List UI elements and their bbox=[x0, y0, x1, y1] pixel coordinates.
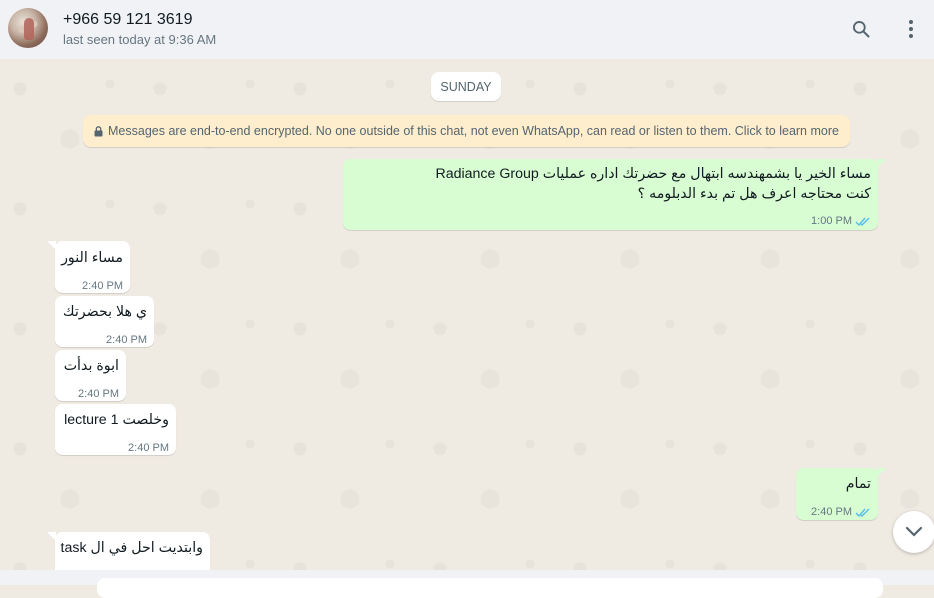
search-button[interactable] bbox=[846, 14, 876, 44]
message-text: تمام bbox=[845, 476, 871, 492]
search-icon bbox=[853, 21, 870, 38]
message-text: ابوة بدأت bbox=[63, 358, 119, 374]
message-text: مساء النور bbox=[61, 250, 123, 266]
message-bubble-incoming[interactable]: وخلصت lecture 1 2:40 PM bbox=[55, 404, 176, 455]
message-bubble-incoming[interactable]: وابتديت احل في ال task bbox=[47, 532, 210, 570]
double-check-icon bbox=[855, 508, 870, 518]
contact-name[interactable]: +966 59 121 3619 bbox=[63, 11, 192, 29]
message-time: 2:40 PM bbox=[106, 334, 147, 346]
message-bubble-incoming[interactable]: ابوة بدأت 2:40 PM bbox=[55, 350, 126, 401]
message-time: 2:40 PM bbox=[811, 506, 852, 518]
message-text: ي هلا بحضرتك bbox=[62, 304, 147, 320]
menu-button[interactable] bbox=[896, 14, 926, 44]
chat-panel[interactable]: SUNDAY Messages are end-to-end encrypted… bbox=[0, 59, 934, 570]
encryption-notice[interactable]: Messages are end-to-end encrypted. No on… bbox=[83, 115, 850, 147]
message-text: وابتديت احل في ال task bbox=[60, 540, 203, 556]
more-vertical-icon bbox=[909, 20, 913, 38]
encryption-notice-text: Messages are end-to-end encrypted. No on… bbox=[108, 124, 839, 138]
message-text: مساء الخير يا بشمهندسه ابتهال مع حضرتك ا… bbox=[435, 166, 871, 182]
message-bubble-incoming[interactable]: ي هلا بحضرتك 2:40 PM bbox=[55, 296, 154, 347]
message-text: وخلصت lecture 1 bbox=[64, 412, 169, 428]
message-time: 2:40 PM bbox=[78, 388, 119, 400]
message-bubble-outgoing[interactable]: مساء الخير يا بشمهندسه ابتهال مع حضرتك ا… bbox=[343, 159, 886, 230]
message-time: 1:00 PM bbox=[811, 215, 852, 227]
double-check-icon bbox=[855, 217, 870, 227]
compose-bar bbox=[0, 570, 934, 598]
chevron-down-icon bbox=[905, 526, 923, 537]
message-text: كنت محتاجه اعرف هل تم بدء الدبلومه ؟ bbox=[637, 186, 871, 202]
message-bubble-outgoing[interactable]: تمام 2:40 PM bbox=[796, 468, 886, 520]
message-time: 2:40 PM bbox=[128, 442, 169, 454]
contact-avatar[interactable] bbox=[8, 8, 48, 48]
date-separator: SUNDAY bbox=[431, 72, 501, 101]
chat-header: +966 59 121 3619 last seen today at 9:36… bbox=[0, 0, 934, 59]
lock-icon bbox=[94, 125, 103, 136]
scroll-to-bottom-button[interactable] bbox=[893, 511, 934, 553]
contact-last-seen: last seen today at 9:36 AM bbox=[63, 32, 217, 47]
message-time: 2:40 PM bbox=[82, 280, 123, 292]
message-input[interactable] bbox=[97, 578, 883, 598]
message-bubble-incoming[interactable]: مساء النور 2:40 PM bbox=[47, 241, 130, 293]
